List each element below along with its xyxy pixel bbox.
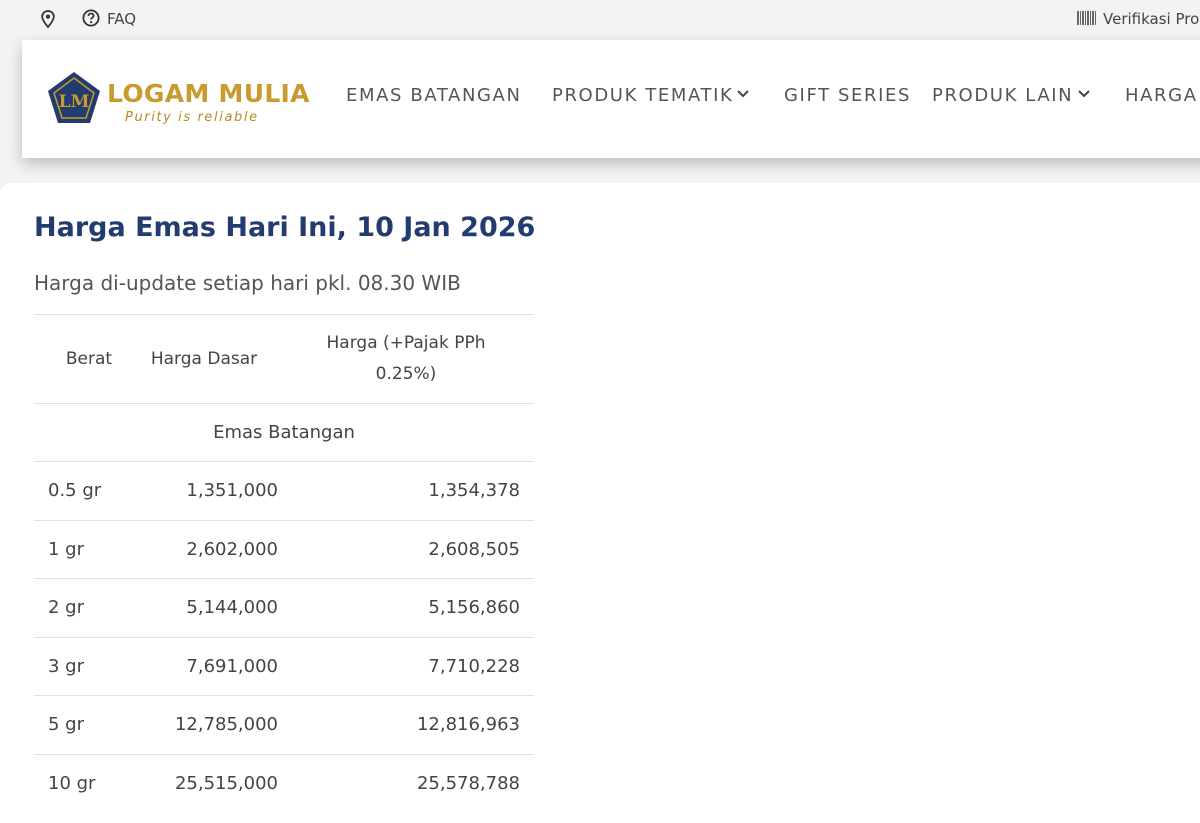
logo-brand: LOGAM MULIA xyxy=(107,79,310,108)
nav-harga[interactable]: HARGA xyxy=(1125,85,1198,106)
table-row: 3 gr 7,691,000 7,710,228 xyxy=(34,636,534,696)
barcode-icon xyxy=(1077,11,1096,25)
question-circle-icon[interactable] xyxy=(82,9,100,27)
nav-gift-series[interactable]: GIFT SERIES xyxy=(784,85,911,106)
logo-mark-text: LM xyxy=(59,92,90,112)
cell-berat: 1 gr xyxy=(34,519,130,579)
cell-harga-dasar: 25,515,000 xyxy=(130,753,278,813)
main-header: LM LOGAM MULIA Purity is reliable EMAS B… xyxy=(22,40,1200,158)
cell-berat: 10 gr xyxy=(34,753,130,813)
logo-tagline: Purity is reliable xyxy=(125,110,259,125)
logo[interactable]: LM LOGAM MULIA Purity is reliable xyxy=(46,70,310,128)
cell-harga-dasar: 5,144,000 xyxy=(130,578,278,637)
cell-harga-pajak: 1,354,378 xyxy=(278,461,534,520)
faq-link[interactable]: FAQ xyxy=(107,10,136,28)
nav-produk-tematik[interactable]: PRODUK TEMATIK xyxy=(552,85,733,106)
gold-price-table: Berat Harga Dasar Harga (+Pajak PPh 0.25… xyxy=(34,314,534,813)
table-row: 10 gr 25,515,000 25,578,788 xyxy=(34,753,534,813)
page-title: Harga Emas Hari Ini, 10 Jan 2026 xyxy=(34,212,536,243)
col-header-harga-pajak: Harga (+Pajak PPh 0.25%) xyxy=(278,314,534,404)
logo-mark: LM xyxy=(48,72,100,123)
cell-harga-pajak: 5,156,860 xyxy=(278,578,534,637)
nav-emas-batangan[interactable]: EMAS BATANGAN xyxy=(346,85,522,106)
col-header-harga-dasar: Harga Dasar xyxy=(130,314,278,404)
table-row: 1 gr 2,602,000 2,608,505 xyxy=(34,519,534,579)
cell-berat: 2 gr xyxy=(34,578,130,637)
table-row: 2 gr 5,144,000 5,156,860 xyxy=(34,578,534,637)
table-row: 0.5 gr 1,351,000 1,354,378 xyxy=(34,461,534,520)
cell-harga-pajak: 2,608,505 xyxy=(278,519,534,579)
cell-harga-dasar: 7,691,000 xyxy=(130,636,278,696)
table-header-row: Berat Harga Dasar Harga (+Pajak PPh 0.25… xyxy=(34,314,534,404)
nav-produk-lain[interactable]: PRODUK LAIN xyxy=(932,85,1073,106)
table-group-row: Emas Batangan xyxy=(34,403,534,462)
chevron-down-icon[interactable] xyxy=(1077,89,1091,99)
verify-product-link[interactable]: Verifikasi Produk xyxy=(1103,10,1200,28)
col-header-berat: Berat xyxy=(34,314,130,404)
cell-harga-pajak: 12,816,963 xyxy=(278,695,534,754)
top-utility-bar: FAQ Verifikasi Produk xyxy=(0,0,1200,40)
cell-harga-pajak: 7,710,228 xyxy=(278,636,534,696)
chevron-down-icon[interactable] xyxy=(736,89,750,99)
update-note: Harga di-update setiap hari pkl. 08.30 W… xyxy=(34,271,461,295)
cell-harga-dasar: 2,602,000 xyxy=(130,519,278,579)
cell-berat: 0.5 gr xyxy=(34,461,130,520)
cell-harga-dasar: 12,785,000 xyxy=(130,695,278,754)
cell-harga-pajak: 25,578,788 xyxy=(278,753,534,813)
cell-berat: 5 gr xyxy=(34,695,130,754)
cell-berat: 3 gr xyxy=(34,636,130,696)
table-row: 5 gr 12,785,000 12,816,963 xyxy=(34,695,534,754)
cell-harga-dasar: 1,351,000 xyxy=(130,461,278,520)
group-label: Emas Batangan xyxy=(34,403,534,462)
map-pin-icon[interactable] xyxy=(40,10,56,28)
